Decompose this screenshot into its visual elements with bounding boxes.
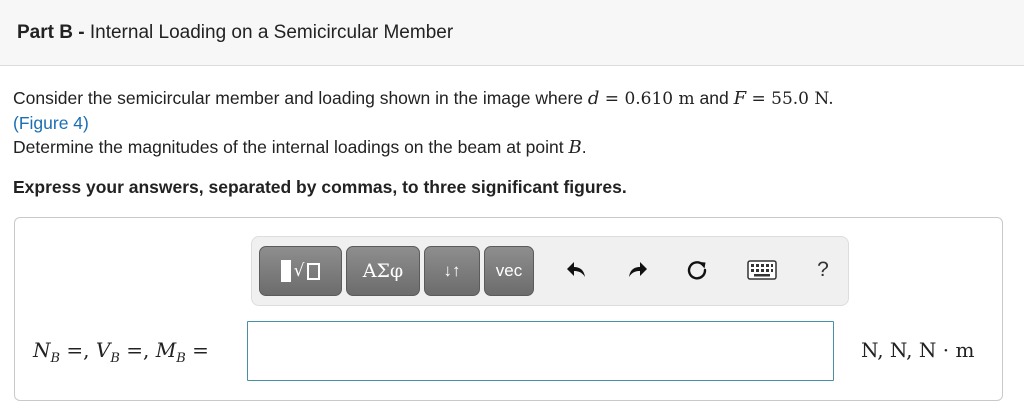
- f-symbol: F: [733, 88, 747, 109]
- m-symbol: M: [155, 338, 177, 362]
- answer-input[interactable]: [247, 321, 834, 381]
- f-value: = 55.0 N.: [746, 89, 834, 109]
- keyboard-icon[interactable]: [738, 250, 786, 290]
- eq-sep-3: =: [185, 338, 209, 362]
- and-text: and: [694, 88, 734, 108]
- v-symbol: V: [95, 338, 111, 362]
- problem-intro: Consider the semicircular member and loa…: [13, 88, 588, 108]
- part-title: Part B - Internal Loading on a Semicircu…: [17, 22, 453, 44]
- point-symbol: B: [568, 137, 582, 158]
- answer-box: √ ΑΣφ ↓↑ vec ? NB =, VB =, MB = N, N, N …: [14, 217, 1003, 401]
- undo-icon[interactable]: [557, 250, 597, 290]
- part-header: Part B - Internal Loading on a Semicircu…: [0, 0, 1024, 66]
- d-symbol: d: [587, 88, 600, 109]
- help-button[interactable]: ?: [803, 250, 843, 290]
- answer-instruction: Express your answers, separated by comma…: [13, 177, 627, 197]
- d-value: = 0.610 m: [599, 89, 695, 109]
- period: .: [581, 137, 587, 157]
- eq-sep-1: =,: [60, 338, 96, 362]
- reset-icon[interactable]: [677, 250, 717, 290]
- math-toolbar: √ ΑΣφ ↓↑ vec ?: [251, 236, 849, 306]
- vec-button[interactable]: vec: [484, 246, 534, 296]
- part-title-text: Internal Loading on a Semicircular Membe…: [89, 22, 454, 43]
- part-label: Part B: [17, 22, 73, 43]
- templates-button[interactable]: √: [259, 246, 342, 296]
- sqrt-glyph: √: [293, 261, 305, 281]
- template-box-icon: [307, 262, 321, 280]
- determine-text: Determine the magnitudes of the internal…: [13, 137, 569, 157]
- n-symbol: N: [33, 338, 51, 362]
- templates-sqrt-icon: √: [280, 260, 321, 282]
- redo-icon[interactable]: [617, 250, 657, 290]
- problem-statement: Consider the semicircular member and loa…: [13, 86, 1013, 160]
- m-subscript: B: [176, 351, 186, 366]
- arrows-button[interactable]: ↓↑: [424, 246, 480, 296]
- eq-sep-2: =,: [119, 338, 156, 362]
- template-block-icon: [280, 260, 291, 282]
- part-separator: -: [72, 22, 90, 43]
- answer-units: N, N, N · m: [861, 338, 975, 362]
- greek-symbols-button[interactable]: ΑΣφ: [346, 246, 420, 296]
- n-subscript: B: [50, 351, 61, 366]
- answer-equation-label: NB =, VB =, MB =: [33, 338, 209, 366]
- figure-link[interactable]: (Figure 4): [13, 113, 89, 133]
- v-subscript: B: [110, 351, 120, 366]
